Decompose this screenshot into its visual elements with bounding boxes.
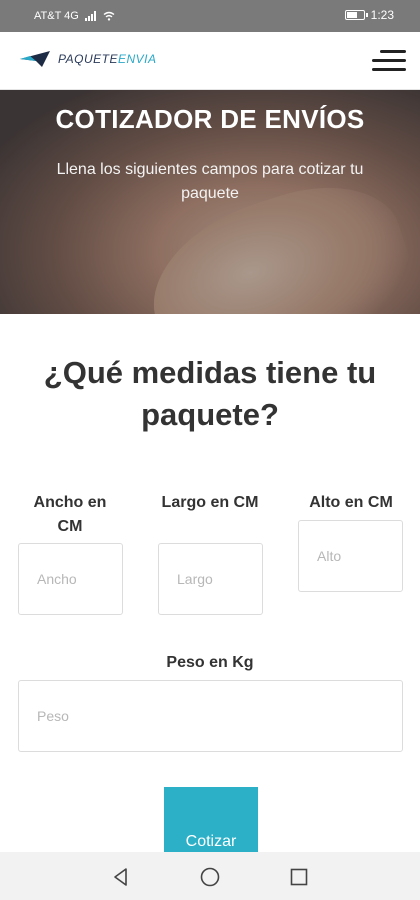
logo-text: PAQUETEENVIA	[58, 52, 156, 66]
system-nav-bar	[0, 852, 420, 900]
home-icon[interactable]	[199, 866, 221, 888]
peso-input[interactable]	[18, 680, 403, 752]
peso-label: Peso en Kg	[166, 654, 254, 671]
form-question: ¿Qué medidas tiene tu paquete?	[43, 355, 377, 432]
logo-text-accent: ENVIA	[117, 52, 157, 66]
wifi-icon	[103, 11, 115, 21]
carrier-label: AT&T 4G	[34, 10, 79, 22]
cotizar-button[interactable]: Cotizar	[164, 787, 258, 857]
hero-banner: COTIZADOR DE ENVÍOS Llena los siguientes…	[0, 90, 420, 314]
clock: 1:23	[370, 8, 394, 22]
status-bar: AT&T 4G 1:23	[0, 0, 420, 32]
back-icon[interactable]	[110, 866, 132, 888]
brand-logo[interactable]: PAQUETEENVIA	[20, 50, 156, 68]
ancho-input[interactable]	[18, 543, 123, 615]
status-right: 1:23	[344, 8, 394, 22]
hamburger-menu-icon[interactable]	[372, 50, 406, 72]
paper-plane-logo-icon	[20, 51, 50, 67]
logo-text-main: PAQUETE	[58, 52, 118, 66]
largo-label: Largo en CM	[161, 494, 259, 511]
largo-input[interactable]	[158, 543, 263, 615]
ancho-label: Ancho en CM	[33, 494, 107, 535]
status-left: AT&T 4G	[34, 10, 115, 22]
hero-subtitle: Llena los siguientes campos para cotizar…	[56, 161, 364, 202]
alto-label: Alto en CM	[309, 494, 393, 511]
hero-title: COTIZADOR DE ENVÍOS	[55, 104, 365, 134]
signal-icon	[84, 11, 97, 21]
alto-input[interactable]	[298, 520, 403, 592]
battery-icon	[344, 10, 368, 20]
app-header: PAQUETEENVIA	[0, 32, 420, 90]
recents-icon[interactable]	[288, 866, 310, 888]
